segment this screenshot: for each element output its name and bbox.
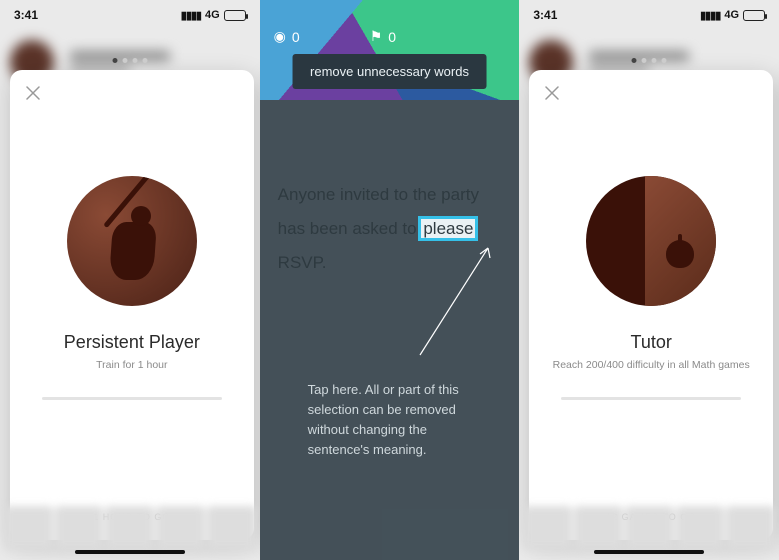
game-stats: ◉ 0 ⚑ 0 bbox=[260, 28, 520, 45]
achievement-badge-icon bbox=[586, 176, 716, 306]
close-icon bbox=[545, 86, 559, 100]
player-avatar[interactable] bbox=[483, 28, 505, 50]
tab-bar-blurred bbox=[0, 506, 260, 550]
home-indicator bbox=[594, 550, 704, 554]
stat-left-value: 0 bbox=[292, 29, 300, 45]
achievement-badge-icon bbox=[67, 176, 197, 306]
status-time: 3:41 bbox=[14, 8, 38, 22]
battery-icon bbox=[743, 10, 765, 21]
achievement-title: Tutor bbox=[631, 332, 672, 353]
sentence-post: RSVP. bbox=[278, 253, 327, 272]
network-label: 4G bbox=[724, 9, 739, 21]
status-bar: 3:41 ▮▮▮▮ 4G bbox=[0, 0, 260, 26]
tab-bar-blurred bbox=[519, 506, 779, 550]
achievement-panel-tutor: 3:41 ▮▮▮▮ 4G Tutor Reach 200/400 difficu… bbox=[519, 0, 779, 560]
network-label: 4G bbox=[205, 9, 220, 21]
status-bar: 3:41 ▮▮▮▮ 4G bbox=[519, 0, 779, 26]
flag-icon: ⚑ bbox=[370, 28, 383, 45]
sentence-text: Anyone invited to the party has been ask… bbox=[278, 178, 502, 280]
dim-overlay bbox=[260, 100, 520, 560]
signal-icon: ▮▮▮▮ bbox=[181, 9, 201, 22]
achievement-title: Persistent Player bbox=[64, 332, 200, 353]
page-dots bbox=[632, 58, 667, 63]
progress-bar bbox=[561, 397, 741, 400]
achievement-panel-persistent-player: 3:41 ▮▮▮▮ 4G Persistent Player Train for… bbox=[0, 0, 260, 560]
close-button[interactable] bbox=[22, 82, 44, 104]
instruction-banner: remove unnecessary words bbox=[292, 54, 487, 89]
achievement-subtitle: Reach 200/400 difficulty in all Math gam… bbox=[553, 359, 750, 371]
game-panel-remove-words: ◉ 0 ⚑ 0 remove unnecessary words Anyone in… bbox=[260, 0, 520, 560]
hint-text: Tap here. All or part of this selection … bbox=[308, 380, 492, 460]
user-icon: ◉ bbox=[274, 28, 286, 45]
highlighted-word[interactable]: please bbox=[421, 219, 475, 238]
page-dots bbox=[112, 58, 147, 63]
home-indicator bbox=[75, 550, 185, 554]
close-icon bbox=[26, 86, 40, 100]
achievement-card: Persistent Player Train for 1 hour 1 HOU… bbox=[10, 70, 254, 540]
progress-bar bbox=[42, 397, 222, 400]
status-time: 3:41 bbox=[533, 8, 557, 22]
achievement-subtitle: Train for 1 hour bbox=[96, 359, 167, 371]
signal-icon: ▮▮▮▮ bbox=[700, 9, 720, 22]
battery-icon bbox=[224, 10, 246, 21]
achievement-card: Tutor Reach 200/400 difficulty in all Ma… bbox=[529, 70, 773, 540]
stat-right-value: 0 bbox=[388, 29, 396, 45]
close-button[interactable] bbox=[541, 82, 563, 104]
